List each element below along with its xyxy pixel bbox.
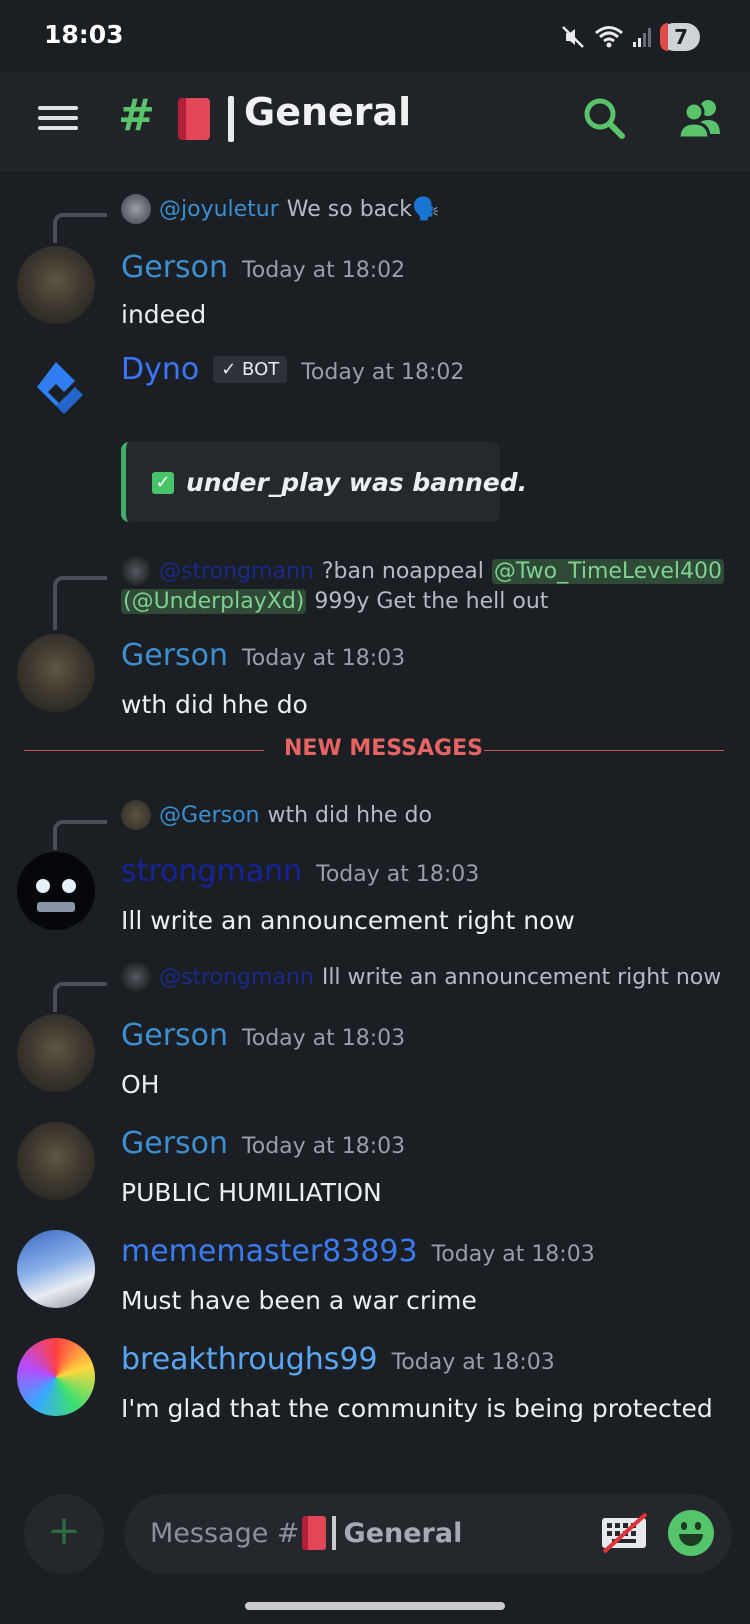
reply-avatar <box>121 556 151 586</box>
channel-header: # General <box>0 72 750 173</box>
battery-indicator: 7 <box>660 23 700 51</box>
message-timestamp: Today at 18:03 <box>242 1134 406 1159</box>
message-timestamp: Today at 18:03 <box>431 1242 595 1267</box>
reply-author: @strongmann <box>159 964 314 990</box>
message-text: Must have been a war crime <box>121 1286 477 1315</box>
message-header: Dyno ✓ BOT Today at 18:02 <box>121 352 464 387</box>
reply-avatar <box>121 962 151 992</box>
plus-icon: + <box>47 1508 81 1554</box>
bot-badge: ✓ BOT <box>213 356 288 383</box>
add-attachment-button[interactable]: + <box>24 1494 104 1574</box>
hamburger-icon[interactable] <box>38 100 78 144</box>
red-book-icon <box>301 1516 326 1550</box>
ban-embed: ✓ under_play was banned. <box>121 442 527 522</box>
reply-preview[interactable]: @strongmann ?ban noappeal @Two_TimeLevel… <box>121 556 724 586</box>
reply-avatar <box>121 194 151 224</box>
message-header: breakthroughs99 Today at 18:03 <box>121 1342 555 1377</box>
emoji-icon[interactable] <box>668 1510 714 1556</box>
reply-author: @joyuletur <box>159 196 279 222</box>
members-icon[interactable] <box>676 94 726 144</box>
reply-author: @strongmann <box>159 558 314 584</box>
channel-hash-icon: # <box>118 90 155 141</box>
avatar[interactable] <box>17 1014 95 1092</box>
channel-divider <box>228 96 234 142</box>
message-author[interactable]: Dyno <box>121 352 199 387</box>
red-book-icon <box>178 98 210 140</box>
reply-connector <box>53 982 107 1012</box>
avatar[interactable] <box>17 1338 95 1416</box>
reply-connector <box>53 576 107 630</box>
reply-text: wth did hhe do <box>267 802 432 828</box>
dyno-avatar[interactable] <box>17 350 95 428</box>
message-timestamp: Today at 18:03 <box>316 862 480 887</box>
message-timestamp: Today at 18:03 <box>242 646 406 671</box>
message-text: Ill write an announcement right now <box>121 906 575 935</box>
avatar[interactable] <box>17 1122 95 1200</box>
message-author[interactable]: breakthroughs99 <box>121 1342 378 1377</box>
avatar[interactable] <box>17 852 95 930</box>
avatar[interactable] <box>17 246 95 324</box>
signal-icon <box>633 28 652 47</box>
status-time: 18:03 <box>44 20 124 49</box>
placeholder-divider <box>331 1516 336 1550</box>
message-author[interactable]: Gerson <box>121 1018 228 1053</box>
message-author[interactable]: Gerson <box>121 638 228 673</box>
reply-preview[interactable]: @Gerson wth did hhe do <box>121 800 432 830</box>
message-list[interactable]: @joyuletur We so back🗣️ Gerson Today at … <box>0 172 750 1472</box>
reply-author: @Gerson <box>159 802 260 828</box>
reply-text: ?ban noappeal <box>321 558 484 584</box>
message-header: strongmann Today at 18:03 <box>121 854 479 889</box>
avatar[interactable] <box>17 634 95 712</box>
message-text: indeed <box>121 300 207 329</box>
reply-connector <box>53 820 107 850</box>
search-icon[interactable] <box>580 94 630 144</box>
message-header: Gerson Today at 18:03 <box>121 638 405 673</box>
message-text: wth did hhe do <box>121 690 308 719</box>
message-text: I'm glad that the community is being pro… <box>121 1394 713 1423</box>
status-icons: 7 <box>560 20 700 54</box>
message-timestamp: Today at 18:02 <box>242 258 406 283</box>
message-author[interactable]: Gerson <box>121 1126 228 1161</box>
message-placeholder: Message # General <box>150 1516 462 1550</box>
embed-text: under_play was banned. <box>186 468 528 497</box>
message-timestamp: Today at 18:02 <box>301 360 465 385</box>
channel-title[interactable]: General <box>244 90 411 134</box>
message-text: OH <box>121 1070 160 1099</box>
reply-preview[interactable]: @strongmann Ill write an announcement ri… <box>121 962 721 992</box>
message-header: Gerson Today at 18:02 <box>121 250 405 285</box>
reply-preview[interactable]: @joyuletur We so back🗣️ <box>121 194 439 224</box>
message-author[interactable]: Gerson <box>121 250 228 285</box>
new-messages-divider: NEW MESSAGES <box>24 736 724 766</box>
checkbox-icon: ✓ <box>152 472 174 494</box>
reply-text: We so back🗣️ <box>286 196 440 222</box>
user-mention[interactable]: (@UnderplayXd) <box>121 589 307 614</box>
placeholder-channel: General <box>343 1517 463 1549</box>
reply-preview-continued[interactable]: (@UnderplayXd) 999y Get the hell out <box>121 589 548 614</box>
reply-avatar <box>121 800 151 830</box>
reply-text: 999y Get the hell out <box>314 589 549 614</box>
message-timestamp: Today at 18:03 <box>391 1350 555 1375</box>
message-author[interactable]: mememaster83893 <box>121 1234 418 1269</box>
status-bar: 18:03 7 <box>0 0 750 72</box>
message-text: PUBLIC HUMILIATION <box>121 1178 382 1207</box>
message-input[interactable]: Message # General <box>124 1494 732 1574</box>
message-timestamp: Today at 18:03 <box>242 1026 406 1051</box>
new-messages-label: NEW MESSAGES <box>284 736 483 761</box>
wifi-icon <box>595 26 624 48</box>
placeholder-prefix: Message # <box>150 1517 300 1549</box>
reply-text: Ill write an announcement right now <box>321 964 722 990</box>
message-header: mememaster83893 Today at 18:03 <box>121 1234 595 1269</box>
message-author[interactable]: strongmann <box>121 854 302 889</box>
home-indicator[interactable] <box>245 1602 505 1610</box>
message-header: Gerson Today at 18:03 <box>121 1018 405 1053</box>
avatar[interactable] <box>17 1230 95 1308</box>
mute-icon <box>562 26 584 48</box>
user-mention[interactable]: @Two_TimeLevel400 <box>491 558 724 584</box>
reply-connector <box>53 213 107 243</box>
message-header: Gerson Today at 18:03 <box>121 1126 405 1161</box>
keyboard-off-icon[interactable] <box>600 1512 648 1554</box>
